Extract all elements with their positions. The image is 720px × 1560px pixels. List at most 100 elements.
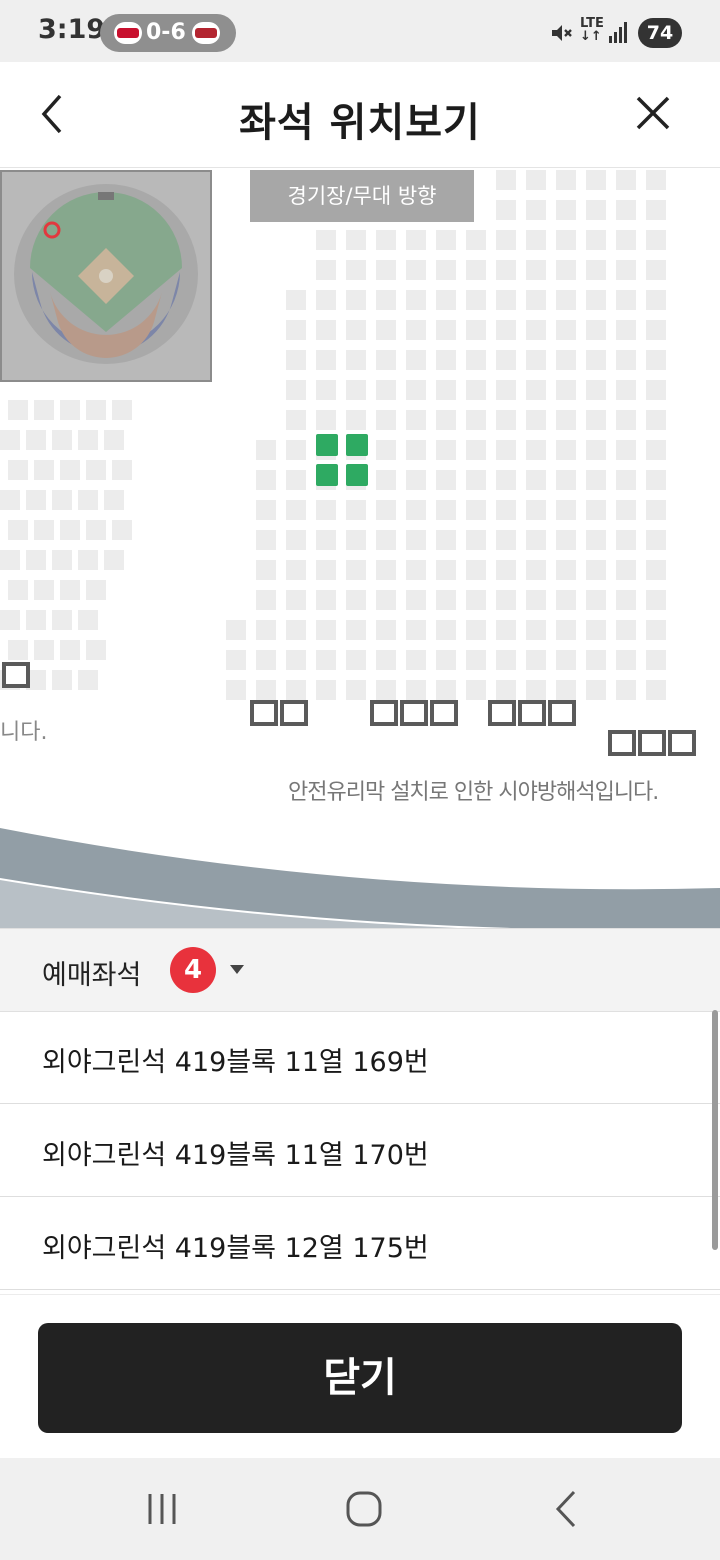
selected-seats-header[interactable]: 예매좌석 4 [0, 928, 720, 1012]
seat-cell [646, 350, 666, 370]
seat-cell [556, 650, 576, 670]
seat-cell [496, 200, 516, 220]
seat-cell [616, 230, 636, 250]
seat-cell [496, 170, 516, 190]
seat-cell [26, 430, 46, 450]
stadium-minimap[interactable] [0, 170, 212, 382]
page-title: 좌석 위치보기 [239, 100, 481, 146]
seat-cell [286, 590, 306, 610]
list-scrollbar[interactable] [712, 1010, 718, 1250]
seat-cell [586, 230, 606, 250]
seat-cell [286, 560, 306, 580]
seat-cell [646, 320, 666, 340]
home-icon [346, 1491, 382, 1527]
obstructed-seat [280, 700, 308, 726]
seat-cell [406, 680, 426, 700]
seat-cell [86, 400, 106, 420]
seat-cell [496, 350, 516, 370]
seat-cell [436, 320, 456, 340]
seat-cell [586, 650, 606, 670]
seat-cell [586, 530, 606, 550]
seat-cell [286, 530, 306, 550]
seat-cell [316, 530, 336, 550]
seat-cell [406, 380, 426, 400]
seat-cell [496, 500, 516, 520]
seat-cell [346, 560, 366, 580]
seat-cell [256, 530, 276, 550]
seat-cell [436, 470, 456, 490]
seat-cell [466, 560, 486, 580]
seat-count-badge: 4 [170, 947, 216, 993]
recent-apps-icon [148, 1494, 176, 1524]
seat-cell [466, 320, 486, 340]
seat-cell [8, 400, 28, 420]
seat-cell [526, 410, 546, 430]
stage-direction-label: 경기장/무대 방향 [250, 170, 474, 222]
obstructed-seat [430, 700, 458, 726]
seat-cell [8, 460, 28, 480]
seat-cell [8, 640, 28, 660]
seat-cell [112, 400, 132, 420]
close-x-button[interactable] [626, 86, 682, 142]
seat-cell [60, 400, 80, 420]
seat-info: 외야그린석 419블록 11열 169번 [42, 1047, 429, 1078]
back-icon [555, 1490, 576, 1528]
seat-cell [556, 680, 576, 700]
seat-cell [60, 520, 80, 540]
seat-cell [436, 260, 456, 280]
seat-cell [256, 590, 276, 610]
seat-cell [60, 640, 80, 660]
seat-cell [436, 410, 456, 430]
seat-cell [586, 500, 606, 520]
seat-cell [436, 560, 456, 580]
seat-cell [526, 230, 546, 250]
caret-down-icon[interactable] [230, 965, 244, 974]
seat-cell [286, 380, 306, 400]
seat-cell [526, 560, 546, 580]
seat-cell [316, 230, 336, 250]
seat-cell [346, 530, 366, 550]
seat-cell [60, 460, 80, 480]
seat-cell [586, 680, 606, 700]
selected-seats-label: 예매좌석 [42, 960, 142, 991]
seat-cell [52, 430, 72, 450]
seat-cell [556, 260, 576, 280]
seat-cell [526, 380, 546, 400]
nav-back-button[interactable] [536, 1484, 596, 1534]
seat-cell [346, 290, 366, 310]
seat-cell [526, 590, 546, 610]
seat-cell [286, 680, 306, 700]
seat-cell [376, 380, 396, 400]
seat-cell [346, 260, 366, 280]
seat-cell [60, 580, 80, 600]
seat-cell [496, 410, 516, 430]
recent-apps-button[interactable] [132, 1484, 192, 1534]
seat-cell [52, 670, 72, 690]
seat-cell [316, 260, 336, 280]
seat-cell [286, 320, 306, 340]
close-button[interactable]: 닫기 [38, 1323, 682, 1433]
seat-cell [78, 550, 98, 570]
seat-map[interactable]: 니다. 안전유리막 설치로 인한 시야방해석입니다. 경기장/무대 방향 [0, 168, 720, 928]
seat-cell [346, 350, 366, 370]
selected-seats-list: 외야그린석 419블록 11열 169번 외야그린석 419블록 11열 170… [0, 1012, 720, 1294]
stadium-overview-icon [14, 184, 198, 364]
seat-cell [466, 380, 486, 400]
seat-cell [86, 520, 106, 540]
seat-cell [406, 230, 426, 250]
obstructed-seat [400, 700, 428, 726]
seat-cell [436, 440, 456, 460]
seat-cell [646, 440, 666, 460]
home-button[interactable] [334, 1484, 394, 1534]
seat-cell [256, 440, 276, 460]
live-score-pill[interactable]: 0-6 [100, 14, 236, 52]
obstructed-view-note: 안전유리막 설치로 인한 시야방해석입니다. [288, 780, 659, 805]
seat-cell [526, 290, 546, 310]
seat-cell [496, 560, 516, 580]
seat-cell [616, 590, 636, 610]
seat-cell [316, 290, 336, 310]
seat-cell [586, 290, 606, 310]
seat-cell [586, 470, 606, 490]
seat-cell [436, 530, 456, 550]
seat-cell [466, 440, 486, 460]
